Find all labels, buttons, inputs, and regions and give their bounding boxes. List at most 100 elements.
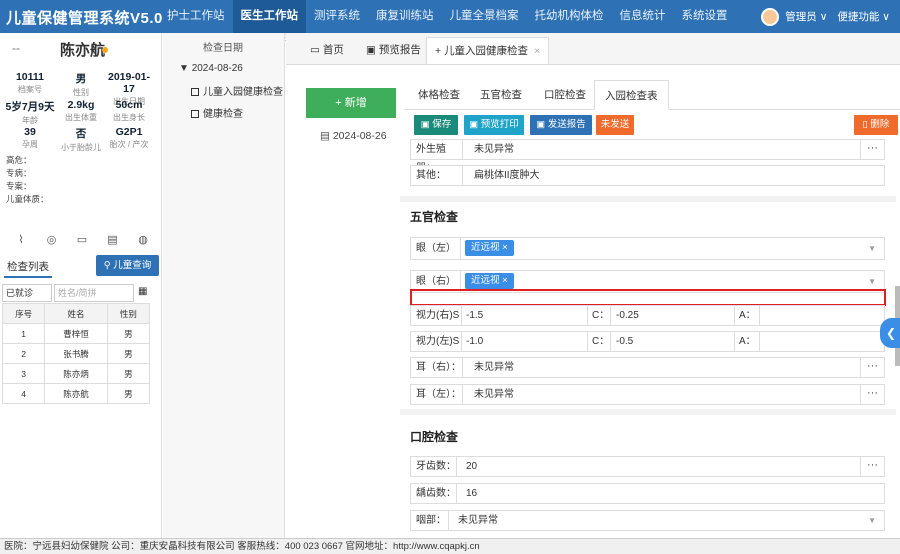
more-icon[interactable]: ··· — [860, 457, 884, 476]
avatar[interactable] — [761, 7, 780, 26]
document-icon: ▤ — [320, 130, 333, 142]
ear-right-field[interactable]: 耳（右）： 未见异常 ··· — [410, 357, 885, 378]
clipboard-icon[interactable]: ▭ — [75, 233, 89, 247]
section-facial-title: 五官检查 — [410, 210, 459, 224]
stat-age: 5岁7月9天 年龄 — [5, 101, 55, 125]
checkbox-icon — [191, 88, 199, 96]
status-select[interactable]: 已就诊 — [2, 284, 52, 302]
stat-birth-weight: 2.9kg 出生体重 — [65, 99, 97, 122]
col-gender: 性别 — [106, 303, 151, 324]
printer-icon: ▣ — [366, 44, 379, 56]
nav-doctor-station[interactable]: 医生工作站 — [232, 0, 306, 33]
eye-left-tag[interactable]: 近远视 × — [465, 240, 514, 256]
nav-nursery-exam[interactable]: 托幼机构体检 — [527, 0, 612, 33]
record-column: + 新增 ▤ 2024-08-26 — [286, 66, 398, 538]
dropdown-arrow-icon[interactable]: ▼ — [868, 511, 876, 530]
more-icon[interactable]: ··· — [860, 385, 884, 404]
top-bar: 儿童保健管理系统V5.0 护士工作站 医生工作站 测评系统 康复训练站 儿童全景… — [0, 0, 900, 33]
globe-icon[interactable]: ◎ — [45, 233, 59, 247]
tab-check-list[interactable]: 检查列表 — [4, 257, 52, 278]
compass-icon[interactable]: ◍ — [136, 233, 150, 247]
tree-leaf-entry-exam[interactable]: 儿童入园健康检查 — [191, 83, 283, 98]
top-nav: 护士工作站 医生工作站 测评系统 康复训练站 儿童全景档案 托幼机构体检 信息统… — [159, 0, 736, 33]
collapse-arrow-icon[interactable]: ❮ — [880, 318, 900, 348]
app-title: 儿童保健管理系统V5.0 — [6, 10, 163, 27]
vision-left-s-input[interactable]: -1.0 — [466, 332, 483, 351]
tab-entry-health-exam[interactable]: + 儿童入园健康检查 × — [426, 37, 550, 64]
vision-left-a-label: A： — [739, 336, 756, 347]
genitals-field[interactable]: 外生殖器： 未见异常 ··· — [410, 139, 885, 174]
floppy-icon: ▣ — [536, 119, 548, 130]
table-row[interactable]: 2 张书腾男 — [1, 343, 151, 364]
nav-child-archive[interactable]: 儿童全景档案 — [442, 0, 527, 33]
vision-right-c-input[interactable]: -0.25 — [616, 306, 639, 325]
plus-icon: + — [435, 45, 445, 57]
vision-left-c-input[interactable]: -0.5 — [616, 332, 633, 351]
more-icon[interactable]: ··· — [860, 358, 884, 377]
nav-assessment[interactable]: 测评系统 — [306, 0, 368, 33]
eye-right-tag[interactable]: 近远视 × — [465, 273, 514, 289]
tab-home[interactable]: ▭ 首页 — [302, 37, 352, 64]
eye-left-select[interactable]: 眼（左） 近远视 × ▼ — [410, 237, 885, 260]
pulse-icon[interactable]: ⌇ — [14, 233, 28, 247]
chart-icon[interactable]: ▤ — [106, 233, 120, 247]
dropdown-arrow-icon[interactable]: ▼ — [868, 238, 876, 259]
vision-left-label: 视力(左)S — [416, 336, 460, 347]
record-date[interactable]: ▤ 2024-08-26 — [320, 130, 387, 142]
stat-gestation: 39 孕周 — [22, 126, 38, 149]
child-search-button[interactable]: ⚲ 儿童查询 — [96, 255, 159, 276]
caries-count-field[interactable]: 龋齿数： 16 — [410, 483, 885, 504]
close-icon[interactable]: × — [534, 45, 540, 57]
tree-leaf-health-exam[interactable]: 健康检查 — [191, 105, 243, 120]
note-case: 专案： — [6, 181, 32, 191]
vision-right-c-label: C： — [592, 310, 610, 321]
throat-select[interactable]: 咽部： 未见异常 ▼ — [410, 510, 885, 531]
tool-icons: ⌇ ◎ ▭ ▤ ◍ — [8, 233, 156, 247]
other-field[interactable]: 其他： 扁桃体II度肿大 — [410, 165, 885, 186]
search-icon: ⚲ — [103, 260, 114, 271]
tag-close-icon: × — [502, 242, 508, 253]
new-record-button[interactable]: + 新增 — [306, 88, 396, 118]
save-button[interactable]: ▣ 保存 — [414, 115, 458, 135]
patient-name: 陈亦航 — [60, 42, 106, 59]
date-tree-header: 检查日期 — [203, 43, 243, 54]
subtab-entry-form[interactable]: 入园检查表 — [594, 80, 669, 110]
subtab-physical[interactable]: 体格检查 — [408, 80, 470, 110]
col-name: 姓名 — [44, 303, 108, 324]
delete-button[interactable]: ▯ 删除 — [854, 115, 898, 135]
subtab-facial[interactable]: 五官检查 — [470, 80, 532, 110]
page-tabs: ▭ 首页 ▣ 预览报告 + 儿童入园健康检查 × — [286, 33, 900, 65]
table-header: 序号 姓名 性别 — [1, 303, 151, 324]
checkbox-icon — [191, 110, 199, 118]
more-icon[interactable]: ··· — [860, 140, 884, 159]
nav-nurse-station[interactable]: 护士工作站 — [159, 0, 233, 33]
monitor-icon: ▭ — [310, 44, 323, 56]
nav-statistics[interactable]: 信息统计 — [612, 0, 674, 33]
send-report-button[interactable]: ▣ 发送报告 — [530, 115, 592, 135]
vision-right-s-input[interactable]: -1.5 — [466, 306, 483, 325]
filter-icon[interactable]: ▦ — [138, 286, 147, 297]
subtab-oral[interactable]: 口腔检查 — [534, 80, 596, 110]
ear-left-field[interactable]: 耳（左）： 未见异常 ··· — [410, 384, 885, 405]
stat-gender: 男性别 — [73, 73, 89, 97]
teeth-count-field[interactable]: 牙齿数： 20 ··· — [410, 456, 885, 477]
tab-preview-report[interactable]: ▣ 预览报告 — [358, 37, 429, 64]
patient-table: 序号 姓名 性别 1 曹梓恒男 2 张书腾男 3 陈亦炳男 4 陈亦航男 — [1, 303, 151, 404]
patient-panel: -- 陈亦航 10111 档案号 男性别 2019-01-17 出生日期 5岁7月9… — [0, 33, 162, 538]
shortcut-menu[interactable]: 便捷功能 ∨ — [837, 9, 890, 24]
user-menu[interactable]: 管理员 ∨ — [785, 9, 827, 24]
col-index: 序号 — [1, 303, 46, 324]
print-preview-button[interactable]: ▣ 预览打印 — [464, 115, 524, 135]
table-row[interactable]: 4 陈亦航男 — [1, 383, 151, 404]
nav-rehab[interactable]: 康复训练站 — [368, 0, 442, 33]
vision-right-row: 视力(右)S -1.5 C： -0.25 A： — [410, 305, 885, 326]
table-row[interactable]: 3 陈亦炳男 — [1, 363, 151, 384]
nav-settings[interactable]: 系统设置 — [674, 0, 736, 33]
table-row[interactable]: 1 曹梓恒男 — [1, 323, 151, 344]
vision-right-a-label: A： — [739, 310, 756, 321]
tree-node-date[interactable]: ▼ 2024-08-26 — [179, 63, 243, 74]
name-search-input[interactable]: 姓名/简拼 — [54, 284, 134, 302]
footer-info: 医院：宁远县妇幼保健院 公司：重庆安晶科技有限公司 客服热线：400 023 0… — [0, 538, 900, 554]
exam-subtabs: 体格检查 五官检查 口腔检查 入园检查表 — [404, 80, 900, 110]
patient-notes: 高危： 专病： 专案： 儿童体质： — [6, 154, 49, 206]
